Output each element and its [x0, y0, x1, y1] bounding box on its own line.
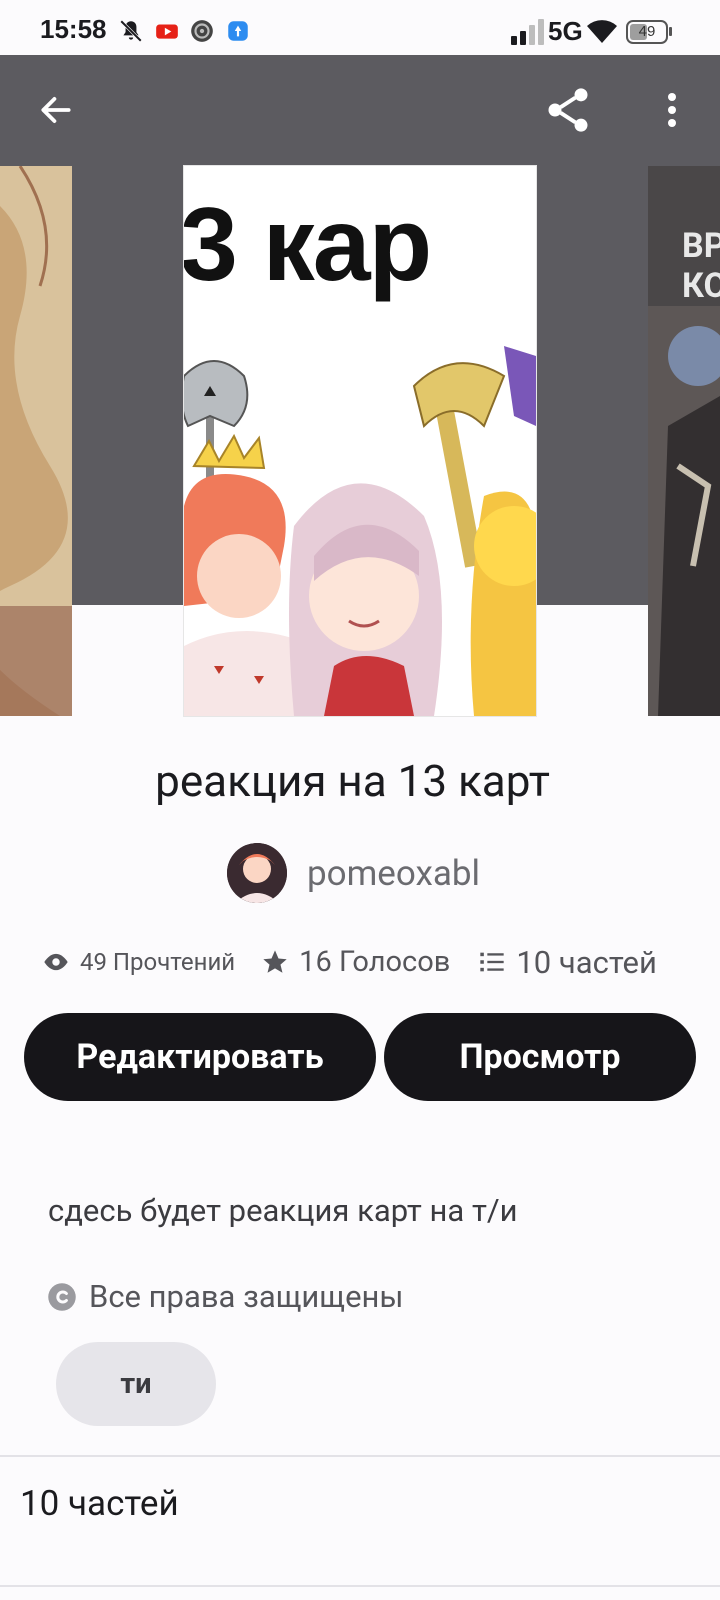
stat-votes: 16 Голосов: [261, 945, 450, 979]
cover-previous[interactable]: [0, 166, 72, 716]
cover-illustration: [184, 346, 536, 716]
cover-art-previous: [0, 166, 72, 716]
star-icon: [263, 950, 287, 973]
cover-next-text: ВР КО: [682, 226, 720, 306]
story-description: сдесь будет реакция карт на т/и: [48, 1192, 518, 1229]
list-icon: [480, 952, 505, 972]
eye-icon: [44, 953, 68, 971]
battery-level: 49: [638, 23, 656, 40]
copyright-icon: [48, 1282, 76, 1311]
share-button[interactable]: [538, 80, 598, 140]
battery-icon: 49: [626, 20, 668, 44]
parts-section-heading: 10 частей: [20, 1483, 179, 1524]
divider: [0, 1455, 720, 1457]
notification-app-icon: [228, 21, 248, 41]
votes-label: 16 Голосов: [299, 945, 451, 979]
avatar-image: [227, 843, 287, 903]
status-time: 15:58: [40, 14, 107, 44]
more-vertical-icon: [668, 93, 676, 127]
youtube-icon: [156, 24, 178, 39]
status-bar: 15:58 5G 49: [0, 0, 720, 55]
app-icon: [191, 20, 213, 42]
author-link[interactable]: pomeoxabl: [227, 842, 480, 904]
share-icon: [548, 88, 588, 132]
story-stats: 49 Прочтений 16 Голосов 10 частей: [42, 940, 657, 984]
tag-chip[interactable]: ти: [56, 1342, 216, 1426]
author-name: pomeoxabl: [307, 852, 481, 894]
edit-button[interactable]: Редактировать: [24, 1013, 376, 1101]
bell-off-icon: [120, 20, 142, 42]
divider-bottom: [0, 1585, 720, 1587]
battery-tip: [669, 27, 672, 36]
story-cover[interactable]: 3 кар: [184, 166, 536, 716]
network-label: 5G: [548, 16, 583, 46]
story-title: реакция на 13 карт: [155, 755, 550, 807]
reads-label: 49 Прочтений: [80, 948, 236, 976]
avatar: [227, 843, 287, 903]
copyright-label: Все права защищены: [89, 1278, 404, 1315]
cover-next[interactable]: ВР КО: [648, 166, 720, 716]
cover-title-art: 3 кар: [184, 187, 432, 303]
parts-label: 10 частей: [516, 943, 657, 981]
stat-reads: 49 Прочтений: [42, 948, 235, 976]
wifi-icon: [587, 20, 617, 43]
copyright-row: Все права защищены: [47, 1278, 403, 1315]
cover-gap-right: [536, 606, 648, 716]
more-button[interactable]: [642, 80, 702, 140]
signal-icon: [511, 19, 544, 45]
cover-gap-left: [72, 606, 184, 716]
stat-parts: 10 частей: [478, 944, 657, 981]
view-button[interactable]: Просмотр: [384, 1013, 696, 1101]
arrow-left-icon: [41, 97, 71, 123]
back-button[interactable]: [26, 80, 86, 140]
